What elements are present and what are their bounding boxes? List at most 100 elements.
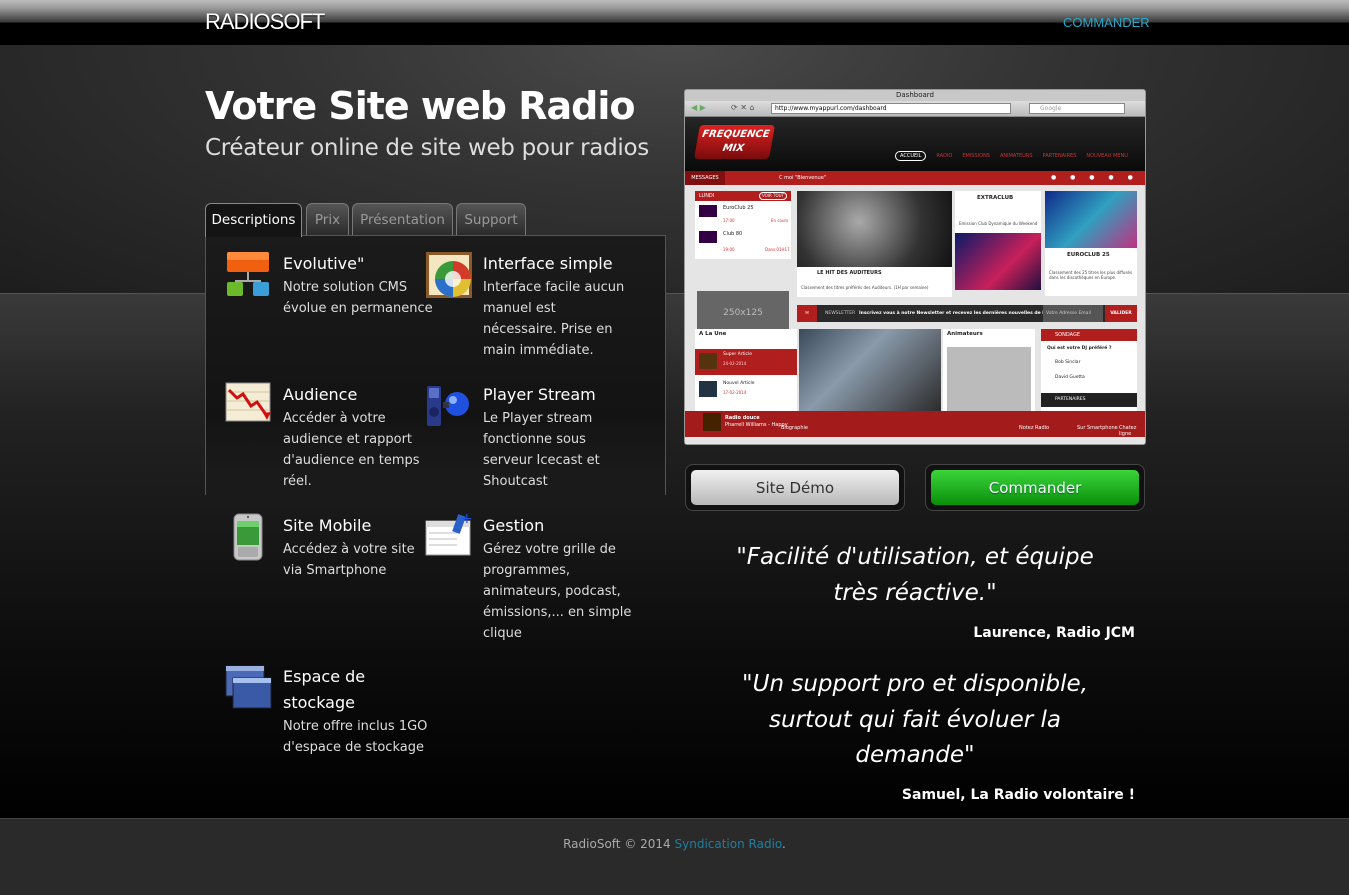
- bottom-link: Notez Radio: [1019, 425, 1050, 431]
- color-palette-icon: [425, 251, 473, 299]
- section-title: Animateurs: [947, 331, 983, 337]
- site-preview: FREQUENCE MIX ACCUEIL RADIO EMISSIONS ANIMA…: [685, 117, 1145, 444]
- footer-suffix: .: [782, 837, 786, 851]
- schedule-item-name: Club 80: [723, 231, 743, 237]
- newsletter-submit: VALIDER: [1105, 305, 1137, 322]
- footer-copyright: RadioSoft © 2014: [563, 837, 675, 851]
- player-title: Radio douce: [725, 415, 760, 421]
- footer-text: RadioSoft © 2014 Syndication Radio.: [0, 837, 1349, 851]
- day-label: LUNDI: [699, 193, 715, 199]
- studio-photo: [799, 329, 941, 413]
- mail-icon: ✉: [797, 305, 817, 322]
- feature-title: Site Mobile: [283, 516, 372, 535]
- reload-icon: ⟳ ✕ ⌂: [731, 103, 755, 112]
- browser-toolbar: ◀ ▶ ⟳ ✕ ⌂ http://www.myappurl.com/dashbo…: [685, 101, 1145, 117]
- hero-background: [0, 45, 1349, 295]
- poll-block: SONDAGE Qui est votre DJ préféré ? Bob S…: [1041, 329, 1137, 413]
- site-demo-button[interactable]: Site Démo: [685, 464, 905, 511]
- schedule-item-name: EuroClub 25: [723, 205, 754, 211]
- site-logo[interactable]: RADIOSOFT: [205, 9, 325, 35]
- see-all-button: VOIR TOUT: [758, 192, 787, 200]
- card-title: LE HIT DES AUDITEURS: [817, 270, 882, 276]
- browser-title: Dashboard: [896, 91, 934, 99]
- audience-chart-icon: [225, 382, 273, 430]
- site-nav-item: RADIO: [936, 153, 953, 159]
- feature-title: Audience: [283, 385, 358, 404]
- schedule-block: LUNDI VOIR TOUT EuroClub 25 17:00 En cour…: [695, 191, 791, 259]
- player-bar: Radio douce Pharrell Williams - Happy Bi…: [685, 411, 1145, 437]
- poll-title: SONDAGE: [1041, 329, 1137, 341]
- smartphone-icon: [225, 513, 273, 561]
- tab-prix[interactable]: Prix: [306, 203, 349, 236]
- schedule-item-time: 19:00: [723, 247, 735, 252]
- schedule-item-status: Dans 01H17: [765, 247, 790, 252]
- card-text: Emission Club Dynamique du Weekend: [959, 221, 1038, 226]
- partners-title: PARTENAIRES: [1041, 393, 1137, 407]
- card-text: Classement des 25 titres les plus diffus…: [1049, 270, 1133, 280]
- site-content: LUNDI VOIR TOUT EuroClub 25 17:00 En cour…: [685, 185, 1145, 444]
- bottom-link: Sur Smartphone: [1077, 425, 1118, 431]
- poll-option: Bob Sinclar: [1055, 360, 1081, 365]
- site-nav: ACCUEIL RADIO EMISSIONS ANIMATEURS PARTENAIR…: [895, 151, 1138, 161]
- feature-title: Interface simple: [483, 254, 613, 273]
- feature-text: Accéder à votre audience et rapport d'au…: [283, 411, 420, 489]
- testimonial-quote: "Un support pro et disponible, surtout q…: [742, 671, 1088, 768]
- newsletter-bar: ✉ NEWSLETTER Inscrivez vous à notre News…: [797, 305, 1137, 322]
- feature-title: Evolutive": [283, 254, 365, 273]
- poll-question: Qui est votre DJ préféré ?: [1047, 346, 1112, 351]
- browser-url: http://www.myappurl.com/dashboard: [771, 103, 1011, 114]
- speaker-stream-icon: [425, 382, 473, 430]
- site-message-bar: MESSAGES C moi "Bienvenue" ● ● ● ● ● ●: [685, 171, 1145, 195]
- schedule-header: LUNDI VOIR TOUT: [695, 191, 791, 201]
- page-title: Votre Site web Radio: [205, 84, 635, 128]
- card-euroclub: EUROCLUB 25 Classement des 25 titres les…: [1045, 248, 1137, 296]
- site-nav-item: EMISSIONS: [962, 153, 990, 159]
- cta-buttons: Site Démo Commander: [685, 464, 1145, 511]
- schedule-item-status: En cours: [771, 218, 789, 223]
- order-nav-link[interactable]: COMMANDER: [1063, 15, 1150, 30]
- feature-title: Gestion: [483, 516, 545, 535]
- feature-text: Interface facile aucun manuel est nécess…: [483, 280, 625, 358]
- site-nav-item: NOUVEAU MENU: [1086, 153, 1128, 159]
- feature-text: Le Player stream fonctionne sous serveur…: [483, 411, 600, 489]
- dj-photo: [797, 191, 952, 267]
- site-nav-item: ANIMATEURS: [999, 153, 1033, 159]
- testimonial-quote: "Facilité d'utilisation, et équipe très …: [736, 544, 1094, 606]
- player-track: Pharrell Williams - Happy: [725, 422, 788, 428]
- footer: RadioSoft © 2014 Syndication Radio.: [0, 818, 1349, 895]
- article-date: 24-02-2014: [723, 361, 747, 366]
- page-subtitle: Créateur online de site web pour radios: [205, 135, 649, 161]
- message-text: C moi "Bienvenue": [779, 175, 827, 181]
- tab-presentation[interactable]: Présentation: [352, 203, 453, 236]
- dj-decks-photo: [1045, 191, 1137, 248]
- card-title: EXTRACLUB: [977, 195, 1014, 201]
- site-demo-label: Site Démo: [691, 470, 899, 505]
- testimonial-author: Laurence, Radio JCM: [973, 625, 1135, 641]
- schedule-edit-icon: +: [425, 511, 473, 561]
- commander-button[interactable]: Commander: [925, 464, 1145, 511]
- schedule-item-time: 17:00: [723, 218, 735, 223]
- back-icon: ◀ ▶: [691, 103, 706, 112]
- card-title: EUROCLUB 25: [1067, 252, 1110, 258]
- site-nav-item: PARTENAIRES: [1042, 153, 1077, 159]
- feature-text: Accédez à votre site via Smartphone: [283, 542, 415, 578]
- svg-text:+: +: [461, 513, 473, 527]
- site-preview-logo: FREQUENCE MIX: [694, 125, 775, 159]
- messages-label: MESSAGES: [685, 171, 725, 185]
- bottom-link: Biographie: [781, 425, 808, 431]
- site-nav-item: ACCUEIL: [895, 151, 927, 161]
- tab-support[interactable]: Support: [456, 203, 526, 236]
- club-photo: [955, 233, 1041, 290]
- card-hit-auditeurs: LE HIT DES AUDITEURS Classement des titr…: [797, 267, 952, 297]
- a-la-une-block: A La Une Super Article 24-02-2014 Nouvel…: [695, 329, 797, 413]
- browser-search: Google: [1029, 103, 1125, 114]
- footer-link[interactable]: Syndication Radio: [675, 837, 783, 851]
- cms-blocks-icon: [225, 251, 273, 299]
- newsletter-label: NEWSLETTER: [825, 311, 856, 316]
- dashboard-screenshot: Dashboard ◀ ▶ ⟳ ✕ ⌂ http://www.myappurl.…: [684, 89, 1146, 445]
- bottom-link: Chatez ligne: [1119, 425, 1137, 437]
- feature-text: Gérez votre grille de programmes, animat…: [483, 542, 632, 641]
- feature-title: Espace de stockage: [283, 667, 366, 712]
- tab-descriptions[interactable]: Descriptions: [205, 203, 302, 237]
- article-title: Super Article: [723, 352, 753, 357]
